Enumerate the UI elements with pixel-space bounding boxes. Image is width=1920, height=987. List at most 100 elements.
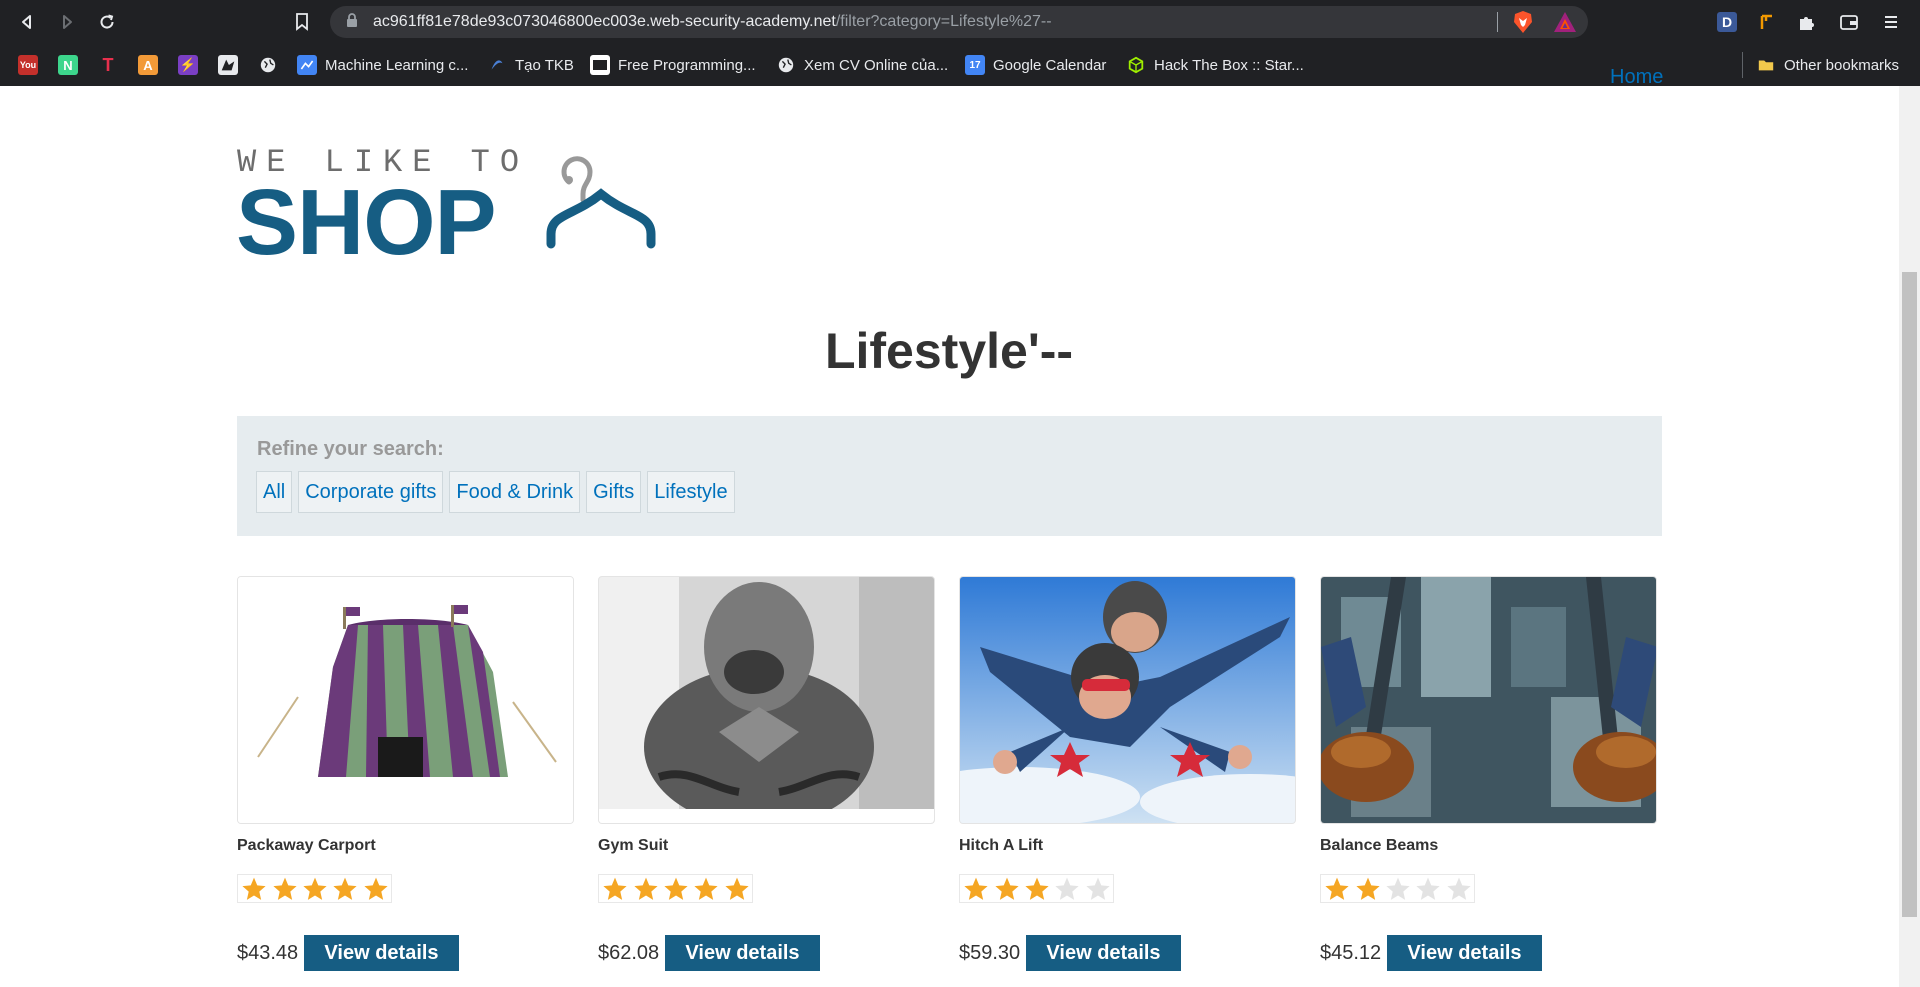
product-image-gym-suit[interactable] — [598, 576, 935, 824]
youtube-red-icon: You — [18, 55, 38, 75]
reload-button[interactable] — [95, 10, 119, 34]
star-icon — [300, 875, 330, 902]
star-icon — [1083, 875, 1113, 902]
bookmark-wolf[interactable] — [218, 53, 238, 77]
globe-icon — [776, 55, 796, 75]
product-rating — [598, 874, 753, 903]
bookmark-xem-cv[interactable]: Xem CV Online của... — [776, 53, 948, 77]
forward-icon — [63, 15, 72, 29]
star-icon — [361, 875, 391, 902]
product-name[interactable]: Packaway Carport — [237, 837, 376, 855]
star-icon — [1052, 875, 1082, 902]
n-green-icon: N — [58, 55, 78, 75]
extensions-puzzle-icon[interactable] — [1796, 11, 1818, 33]
product-name[interactable]: Hitch A Lift — [959, 837, 1043, 855]
extension-d-icon[interactable]: D — [1716, 11, 1738, 33]
filter-food-drink[interactable]: Food & Drink — [449, 471, 581, 513]
other-bookmarks[interactable]: Other bookmarks — [1756, 53, 1899, 77]
calendar-icon: 17 — [965, 55, 985, 75]
ml-icon — [297, 55, 317, 75]
bookmark-page-icon[interactable] — [292, 11, 312, 31]
brave-shields-icon[interactable] — [1512, 10, 1534, 34]
product-grid: Packaway Carport $43.48 View details Gym… — [237, 576, 1662, 987]
product-image-hitch-a-lift[interactable] — [959, 576, 1296, 824]
category-filters: All Corporate gifts Food & Drink Gifts L… — [256, 471, 735, 513]
address-url[interactable]: ac961ff81e78de93c073046800ec003e.web-sec… — [373, 7, 1052, 37]
star-icon — [269, 875, 299, 902]
bookmark-a[interactable]: A — [138, 53, 158, 77]
htb-icon — [1126, 55, 1146, 75]
product-rating — [237, 874, 392, 903]
bookmark-label: Hack The Box :: Star... — [1154, 56, 1304, 74]
view-details-button[interactable]: View details — [304, 935, 459, 971]
bookmark-hack-the-box[interactable]: Hack The Box :: Star... — [1126, 53, 1304, 77]
back-icon — [22, 15, 31, 29]
view-details-button[interactable]: View details — [1387, 935, 1542, 971]
star-icon — [1352, 875, 1382, 902]
star-icon — [1022, 875, 1052, 902]
home-link[interactable]: Home — [1610, 62, 1663, 84]
filter-gifts[interactable]: Gifts — [586, 471, 642, 513]
url-host: ac961ff81e78de93c073046800ec003e.web-sec… — [373, 13, 836, 30]
bookmarks-divider — [1742, 52, 1743, 78]
code-icon — [590, 55, 610, 75]
product-name[interactable]: Gym Suit — [598, 837, 668, 855]
hanger-icon — [546, 156, 656, 249]
star-icon — [1413, 875, 1443, 902]
url-path: /filter?category=Lifestyle%27-- — [835, 13, 1052, 30]
site-logo[interactable]: WE LIKE TO SHOP — [236, 144, 686, 272]
bolt-purple-icon: ⚡ — [178, 55, 198, 75]
bookmark-label: Free Programming... — [618, 56, 756, 74]
view-details-button[interactable]: View details — [1026, 935, 1181, 971]
bookmark-free-programming[interactable]: Free Programming... — [590, 53, 756, 77]
star-icon — [239, 875, 269, 902]
globe-icon — [258, 55, 278, 75]
star-icon — [691, 875, 721, 902]
extension-flag-icon[interactable] — [1756, 11, 1778, 33]
wallet-icon[interactable] — [1838, 11, 1860, 33]
a-orange-icon: A — [138, 55, 158, 75]
star-icon — [1444, 875, 1474, 902]
bookmark-label: Tạo TKB — [515, 56, 574, 74]
bookmark-tao-tkb[interactable]: Tạo TKB — [487, 53, 574, 77]
filter-lifestyle[interactable]: Lifestyle — [647, 471, 735, 513]
menu-icon[interactable] — [1880, 11, 1902, 33]
star-icon — [991, 875, 1021, 902]
product-rating — [1320, 874, 1475, 903]
bookmark-label: Xem CV Online của... — [804, 56, 949, 74]
reload-icon — [100, 14, 114, 29]
other-bookmarks-label: Other bookmarks — [1784, 56, 1900, 74]
folder-icon — [1756, 55, 1776, 75]
logo-wordmark: SHOP — [236, 170, 497, 274]
forward-button[interactable] — [55, 10, 79, 34]
scrollbar-thumb[interactable] — [1902, 272, 1917, 917]
filter-all[interactable]: All — [256, 471, 293, 513]
star-icon — [330, 875, 360, 902]
product-name[interactable]: Balance Beams — [1320, 837, 1438, 855]
bookmark-label: Google Calendar — [993, 56, 1107, 74]
filter-panel: Refine your search: All Corporate gifts … — [237, 416, 1662, 536]
bookmark-youtube[interactable]: You — [18, 53, 38, 77]
product-rating — [959, 874, 1114, 903]
star-icon — [1322, 875, 1352, 902]
back-button[interactable] — [15, 10, 39, 34]
lock-icon[interactable] — [346, 12, 358, 28]
product-price: $59.30 — [959, 942, 1021, 964]
filter-corporate-gifts[interactable]: Corporate gifts — [298, 471, 444, 513]
product-image-carport[interactable] — [237, 576, 574, 824]
brave-rewards-icon[interactable] — [1553, 11, 1577, 33]
bookmark-t[interactable]: T — [98, 53, 118, 77]
tkb-icon — [487, 55, 507, 75]
bookmark-bolt[interactable]: ⚡ — [178, 53, 198, 77]
bookmark-machine-learning[interactable]: Machine Learning c... — [297, 53, 468, 77]
product-price: $43.48 — [237, 942, 299, 964]
bookmark-globe[interactable] — [258, 53, 278, 77]
bookmark-google-calendar[interactable]: 17 Google Calendar — [965, 53, 1106, 77]
bookmark-n[interactable]: N — [58, 53, 78, 77]
page-title: Lifestyle'-- — [824, 323, 1074, 379]
star-icon — [961, 875, 991, 902]
view-details-button[interactable]: View details — [665, 935, 820, 971]
product-image-balance-beams[interactable] — [1320, 576, 1657, 824]
star-icon — [722, 875, 752, 902]
star-icon — [600, 875, 630, 902]
